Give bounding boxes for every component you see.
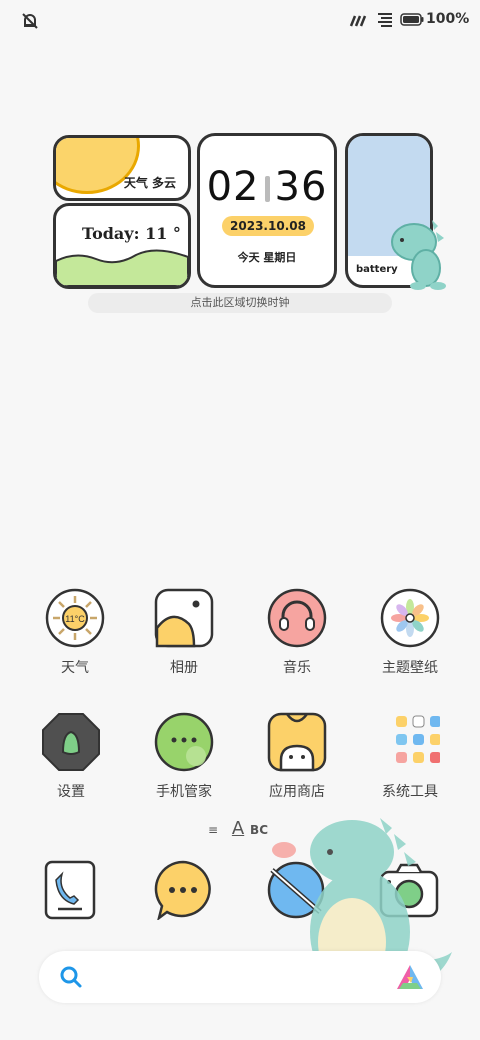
weather-temp: 11°C — [65, 614, 85, 624]
clock-day: 今天 星期日 — [237, 251, 297, 264]
signal-icon — [349, 15, 367, 27]
letter-a: A — [231, 818, 245, 839]
settings-icon — [41, 712, 101, 772]
app-settings[interactable]: 设置 — [26, 712, 116, 801]
themes-icon — [380, 588, 440, 648]
weather-text: 天气 多云 — [123, 176, 176, 190]
search-bar[interactable] — [39, 951, 441, 1003]
tools-folder-icon — [380, 712, 441, 772]
app-label: 设置 — [57, 784, 85, 800]
app-label: 相册 — [170, 660, 198, 676]
weather-icon: 11°C — [45, 588, 105, 648]
phone-icon[interactable] — [40, 860, 100, 920]
clock-time: 02 36 — [200, 164, 334, 210]
app-themes[interactable]: 主题壁纸 — [365, 588, 455, 677]
app-store[interactable]: 应用商店 — [252, 712, 342, 801]
app-label: 音乐 — [283, 660, 311, 676]
page-indicator[interactable]: ≡ A BC — [208, 818, 268, 839]
battery-icon — [400, 13, 424, 26]
music-icon — [267, 588, 327, 648]
clock-date: 2023.10.08 — [222, 216, 314, 236]
app-label: 主题壁纸 — [382, 660, 438, 676]
status-bar: 100% — [0, 0, 480, 40]
clock-hour: 02 — [206, 164, 260, 210]
switch-clock-hint[interactable]: 点击此区域切换时钟 — [88, 293, 392, 313]
hills-icon — [56, 249, 188, 286]
app-label: 手机管家 — [156, 784, 212, 800]
wifi-icon — [378, 13, 392, 27]
app-label: 天气 — [61, 660, 89, 676]
app-weather[interactable]: 11°C 天气 — [30, 588, 120, 677]
app-gallery[interactable]: 相册 — [139, 588, 229, 677]
clock-face[interactable]: 02 36 2023.10.08 今天 星期日 — [197, 133, 337, 288]
temperature-widget[interactable]: Today: 11 ° — [53, 203, 191, 289]
alarm-off-icon — [22, 13, 38, 29]
messages-icon[interactable] — [153, 860, 213, 920]
gallery-icon — [154, 588, 214, 648]
folder-system-tools[interactable]: 系统工具 — [365, 712, 455, 801]
app-label: 应用商店 — [269, 784, 325, 800]
clock-minute: 36 — [274, 164, 328, 210]
app-music[interactable]: 音乐 — [252, 588, 342, 677]
search-icon — [60, 966, 82, 988]
battery-percent: 100% — [426, 11, 470, 27]
clock-separator — [264, 176, 270, 202]
app-security[interactable]: 手机管家 — [139, 712, 229, 801]
dinosaur-icon — [391, 220, 446, 290]
weather-widget[interactable]: 天气 多云 — [53, 135, 191, 201]
assistant-logo-icon[interactable] — [395, 963, 425, 991]
app-label: 系统工具 — [382, 784, 438, 800]
security-icon — [154, 712, 214, 772]
app-store-icon — [267, 712, 327, 772]
menu-icon: ≡ — [208, 823, 219, 837]
